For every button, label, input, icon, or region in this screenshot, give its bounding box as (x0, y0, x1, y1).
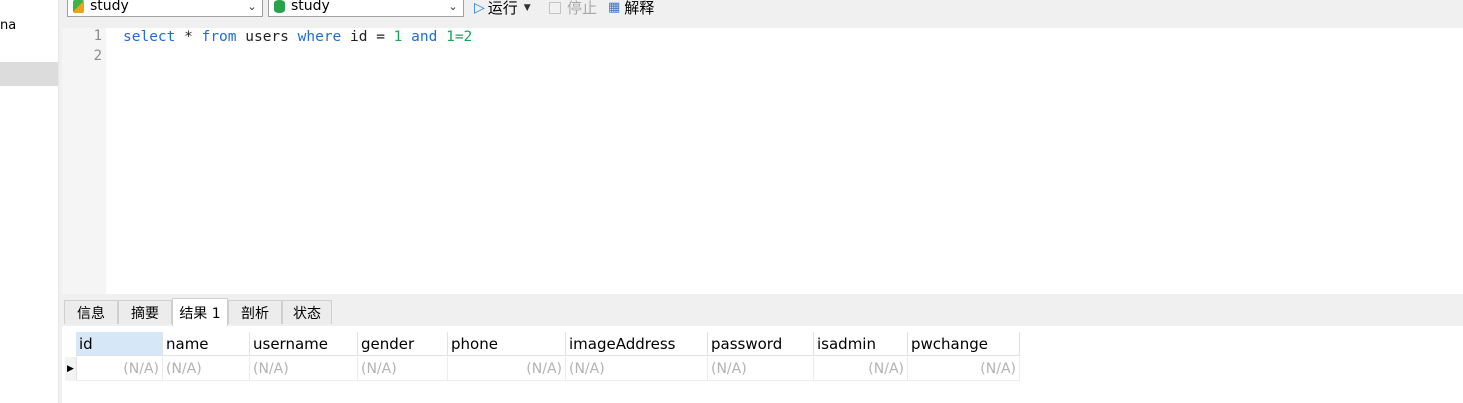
stop-button-label: 停止 (567, 0, 598, 17)
column-header-isadmin[interactable]: isadmin (814, 332, 908, 356)
sidebar-item-fragment[interactable]: na (0, 18, 16, 33)
line-number-gutter: 1 2 (62, 28, 106, 294)
table-cell[interactable]: (N/A) (566, 357, 708, 381)
sql-number: 1 (446, 29, 455, 45)
play-icon: ▷ (474, 0, 485, 16)
table-cell[interactable]: (N/A) (250, 357, 358, 381)
tab-info[interactable]: 信息 (64, 300, 118, 324)
column-header-imageaddress[interactable]: imageAddress (566, 332, 708, 356)
stop-icon (549, 1, 561, 14)
table-cell[interactable]: (N/A) (908, 357, 1020, 381)
sql-number: =2 (454, 29, 473, 45)
sql-editor[interactable]: 1 2 select * from users where id = 1 and… (62, 28, 1463, 294)
sql-text: users (236, 29, 298, 45)
explain-button-label: 解释 (624, 0, 655, 17)
line-number: 2 (93, 48, 102, 64)
sql-text: id = (341, 29, 394, 45)
run-button[interactable]: ▷ 运行 ▼ (474, 0, 531, 18)
connection-select-value: study (90, 0, 129, 14)
database-icon (274, 0, 285, 13)
column-header-pwchange[interactable]: pwchange (908, 332, 1020, 356)
column-header-name[interactable]: name (163, 332, 250, 356)
sql-keyword: where (297, 29, 342, 45)
table-cell[interactable]: (N/A) (814, 357, 908, 381)
table-cell[interactable]: (N/A) (708, 357, 814, 381)
database-select-value: study (291, 0, 330, 14)
column-header-username[interactable]: username (250, 332, 358, 356)
sql-code-line[interactable]: select * from users where id = 1 and 1=2 (123, 28, 472, 46)
sql-keyword: select (123, 29, 176, 45)
sql-keyword: from (201, 29, 237, 45)
explain-button[interactable]: ▦ 解释 (608, 0, 654, 18)
column-header-gender[interactable]: gender (358, 332, 448, 356)
run-button-label: 运行 (487, 0, 518, 17)
result-tab-bar: 信息 摘要 结果 1 剖析 状态 (62, 298, 1463, 327)
database-select[interactable]: study ⌄ (268, 0, 464, 17)
result-grid[interactable]: ▶ id name username gender phone imageAdd… (62, 326, 1463, 403)
table-cell[interactable]: (N/A) (448, 357, 566, 381)
sql-keyword: and (411, 29, 438, 45)
connection-select[interactable]: study ⌄ (67, 0, 263, 17)
connection-icon (73, 0, 84, 13)
column-header-phone[interactable]: phone (448, 332, 566, 356)
chevron-down-icon[interactable]: ⌄ (443, 0, 463, 13)
object-sidebar: na (0, 0, 59, 403)
table-cell[interactable]: (N/A) (163, 357, 250, 381)
table-cell[interactable]: (N/A) (358, 357, 448, 381)
column-header-id[interactable]: id (76, 332, 163, 356)
sidebar-selected-item[interactable] (0, 62, 58, 86)
tab-profile[interactable]: 剖析 (228, 300, 282, 324)
explain-icon: ▦ (608, 0, 621, 15)
tab-status[interactable]: 状态 (282, 300, 332, 324)
sql-text: * (175, 29, 202, 45)
query-toolbar: study ⌄ study ⌄ ▷ 运行 ▼ 停止 ▦ 解释 (62, 0, 1463, 28)
run-dropdown-icon[interactable]: ▼ (524, 3, 531, 13)
table-cell[interactable]: (N/A) (76, 357, 163, 381)
stop-button[interactable]: 停止 (549, 0, 597, 18)
chevron-down-icon[interactable]: ⌄ (242, 0, 262, 13)
tab-result-1[interactable]: 结果 1 (172, 298, 228, 326)
column-header-password[interactable]: password (708, 332, 814, 356)
line-number: 1 (93, 28, 102, 44)
tab-summary[interactable]: 摘要 (118, 300, 172, 324)
